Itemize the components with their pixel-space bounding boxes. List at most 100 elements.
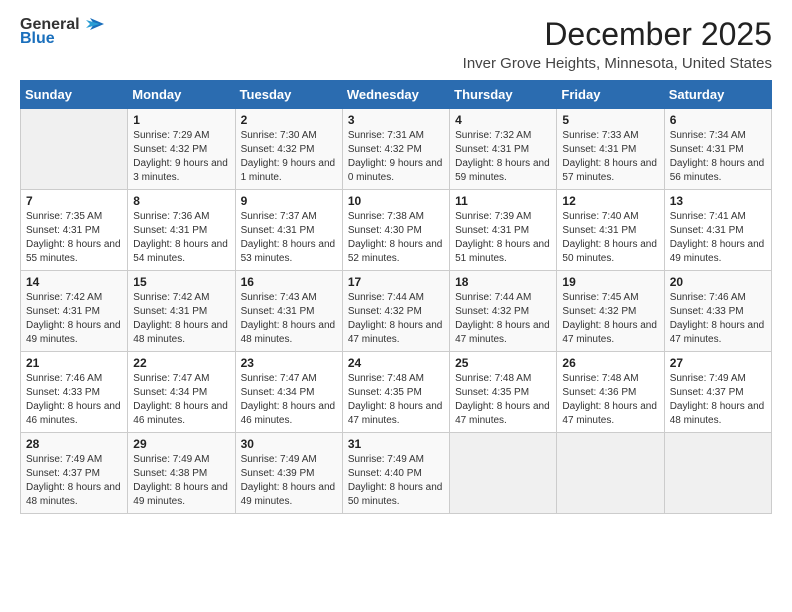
calendar-cell: 2 Sunrise: 7:30 AMSunset: 4:32 PMDaylight… [235, 109, 342, 190]
calendar-cell: 6 Sunrise: 7:34 AMSunset: 4:31 PMDaylight… [664, 109, 771, 190]
day-number: 28 [26, 437, 122, 451]
weekday-header-saturday: Saturday [664, 81, 771, 109]
calendar-week-row: 28Sunrise: 7:49 AMSunset: 4:37 PMDayligh… [21, 433, 772, 514]
calendar-cell: 15 Sunrise: 7:42 AMSunset: 4:31 PMDayligh… [128, 271, 235, 352]
calendar-cell: 30 Sunrise: 7:49 AMSunset: 4:39 PMDayligh… [235, 433, 342, 514]
day-detail: Sunrise: 7:35 AMSunset: 4:31 PMDaylight:… [26, 210, 122, 266]
day-number: 22 [133, 356, 229, 370]
header: General Blue December 2025 Inver Grove H… [20, 16, 772, 72]
calendar-cell: 1Sunrise: 7:29 AMSunset: 4:32 PMDaylight… [128, 109, 235, 190]
day-number: 12 [562, 194, 658, 208]
calendar-cell: 4 Sunrise: 7:32 AMSunset: 4:31 PMDaylight… [450, 109, 557, 190]
day-number: 15 [133, 275, 229, 289]
day-number: 29 [133, 437, 229, 451]
calendar-cell: 9 Sunrise: 7:37 AMSunset: 4:31 PMDaylight… [235, 190, 342, 271]
calendar-week-row: 1Sunrise: 7:29 AMSunset: 4:32 PMDaylight… [21, 109, 772, 190]
calendar-cell: 11 Sunrise: 7:39 AMSunset: 4:31 PMDayligh… [450, 190, 557, 271]
weekday-header-wednesday: Wednesday [342, 81, 449, 109]
logo-blue-text: Blue [20, 30, 55, 48]
logo-bird-icon [82, 16, 104, 34]
day-detail: Sunrise: 7:49 AMSunset: 4:38 PMDaylight:… [133, 453, 229, 509]
day-detail: Sunrise: 7:33 AMSunset: 4:31 PMDaylight:… [562, 129, 658, 185]
logo: General Blue [20, 16, 104, 48]
day-detail: Sunrise: 7:29 AMSunset: 4:32 PMDaylight:… [133, 129, 229, 185]
calendar-cell: 24 Sunrise: 7:48 AMSunset: 4:35 PMDayligh… [342, 352, 449, 433]
day-number: 19 [562, 275, 658, 289]
calendar-cell [450, 433, 557, 514]
day-number: 18 [455, 275, 551, 289]
day-number: 16 [241, 275, 337, 289]
calendar-cell: 27 Sunrise: 7:49 AMSunset: 4:37 PMDayligh… [664, 352, 771, 433]
weekday-header-monday: Monday [128, 81, 235, 109]
day-number: 13 [670, 194, 766, 208]
day-detail: Sunrise: 7:48 AMSunset: 4:36 PMDaylight:… [562, 372, 658, 428]
calendar-week-row: 14 Sunrise: 7:42 AMSunset: 4:31 PMDayligh… [21, 271, 772, 352]
day-detail: Sunrise: 7:46 AMSunset: 4:33 PMDaylight:… [670, 291, 766, 347]
calendar-cell: 5 Sunrise: 7:33 AMSunset: 4:31 PMDaylight… [557, 109, 664, 190]
calendar-cell: 28Sunrise: 7:49 AMSunset: 4:37 PMDayligh… [21, 433, 128, 514]
day-number: 7 [26, 194, 122, 208]
calendar-cell: 7 Sunrise: 7:35 AMSunset: 4:31 PMDaylight… [21, 190, 128, 271]
day-detail: Sunrise: 7:39 AMSunset: 4:31 PMDaylight:… [455, 210, 551, 266]
weekday-header-row: SundayMondayTuesdayWednesdayThursdayFrid… [21, 81, 772, 109]
day-number: 23 [241, 356, 337, 370]
calendar-cell [664, 433, 771, 514]
calendar-cell: 10Sunrise: 7:38 AMSunset: 4:30 PMDayligh… [342, 190, 449, 271]
calendar-cell: 16 Sunrise: 7:43 AMSunset: 4:31 PMDayligh… [235, 271, 342, 352]
calendar-week-row: 7 Sunrise: 7:35 AMSunset: 4:31 PMDaylight… [21, 190, 772, 271]
day-number: 5 [562, 113, 658, 127]
day-detail: Sunrise: 7:30 AMSunset: 4:32 PMDaylight:… [241, 129, 337, 185]
day-number: 3 [348, 113, 444, 127]
day-detail: Sunrise: 7:49 AMSunset: 4:39 PMDaylight:… [241, 453, 337, 509]
location-subtitle: Inver Grove Heights, Minnesota, United S… [463, 55, 772, 72]
calendar-cell: 22 Sunrise: 7:47 AMSunset: 4:34 PMDayligh… [128, 352, 235, 433]
calendar-cell: 3 Sunrise: 7:31 AMSunset: 4:32 PMDaylight… [342, 109, 449, 190]
day-detail: Sunrise: 7:47 AMSunset: 4:34 PMDaylight:… [133, 372, 229, 428]
day-detail: Sunrise: 7:46 AMSunset: 4:33 PMDaylight:… [26, 372, 122, 428]
day-number: 14 [26, 275, 122, 289]
day-detail: Sunrise: 7:44 AMSunset: 4:32 PMDaylight:… [455, 291, 551, 347]
day-detail: Sunrise: 7:37 AMSunset: 4:31 PMDaylight:… [241, 210, 337, 266]
calendar-cell: 20 Sunrise: 7:46 AMSunset: 4:33 PMDayligh… [664, 271, 771, 352]
calendar-cell: 12Sunrise: 7:40 AMSunset: 4:31 PMDayligh… [557, 190, 664, 271]
calendar-table: SundayMondayTuesdayWednesdayThursdayFrid… [20, 80, 772, 514]
day-detail: Sunrise: 7:43 AMSunset: 4:31 PMDaylight:… [241, 291, 337, 347]
day-detail: Sunrise: 7:34 AMSunset: 4:31 PMDaylight:… [670, 129, 766, 185]
day-number: 26 [562, 356, 658, 370]
day-number: 21 [26, 356, 122, 370]
calendar-cell: 17Sunrise: 7:44 AMSunset: 4:32 PMDayligh… [342, 271, 449, 352]
day-detail: Sunrise: 7:48 AMSunset: 4:35 PMDaylight:… [455, 372, 551, 428]
day-detail: Sunrise: 7:49 AMSunset: 4:37 PMDaylight:… [670, 372, 766, 428]
day-number: 11 [455, 194, 551, 208]
day-detail: Sunrise: 7:41 AMSunset: 4:31 PMDaylight:… [670, 210, 766, 266]
calendar-cell: 13 Sunrise: 7:41 AMSunset: 4:31 PMDayligh… [664, 190, 771, 271]
weekday-header-friday: Friday [557, 81, 664, 109]
day-number: 27 [670, 356, 766, 370]
calendar-cell: 26 Sunrise: 7:48 AMSunset: 4:36 PMDayligh… [557, 352, 664, 433]
day-detail: Sunrise: 7:31 AMSunset: 4:32 PMDaylight:… [348, 129, 444, 185]
weekday-header-tuesday: Tuesday [235, 81, 342, 109]
day-detail: Sunrise: 7:36 AMSunset: 4:31 PMDaylight:… [133, 210, 229, 266]
day-number: 30 [241, 437, 337, 451]
day-number: 6 [670, 113, 766, 127]
day-detail: Sunrise: 7:47 AMSunset: 4:34 PMDaylight:… [241, 372, 337, 428]
month-title: December 2025 [463, 16, 772, 53]
day-number: 2 [241, 113, 337, 127]
day-number: 24 [348, 356, 444, 370]
calendar-cell [21, 109, 128, 190]
day-number: 10 [348, 194, 444, 208]
day-number: 20 [670, 275, 766, 289]
day-detail: Sunrise: 7:49 AMSunset: 4:40 PMDaylight:… [348, 453, 444, 509]
title-block: December 2025 Inver Grove Heights, Minne… [463, 16, 772, 72]
calendar-cell: 31 Sunrise: 7:49 AMSunset: 4:40 PMDayligh… [342, 433, 449, 514]
day-number: 8 [133, 194, 229, 208]
calendar-cell: 23 Sunrise: 7:47 AMSunset: 4:34 PMDayligh… [235, 352, 342, 433]
day-number: 25 [455, 356, 551, 370]
day-number: 9 [241, 194, 337, 208]
day-detail: Sunrise: 7:42 AMSunset: 4:31 PMDaylight:… [133, 291, 229, 347]
day-number: 4 [455, 113, 551, 127]
day-detail: Sunrise: 7:48 AMSunset: 4:35 PMDaylight:… [348, 372, 444, 428]
day-detail: Sunrise: 7:45 AMSunset: 4:32 PMDaylight:… [562, 291, 658, 347]
day-detail: Sunrise: 7:32 AMSunset: 4:31 PMDaylight:… [455, 129, 551, 185]
day-number: 31 [348, 437, 444, 451]
